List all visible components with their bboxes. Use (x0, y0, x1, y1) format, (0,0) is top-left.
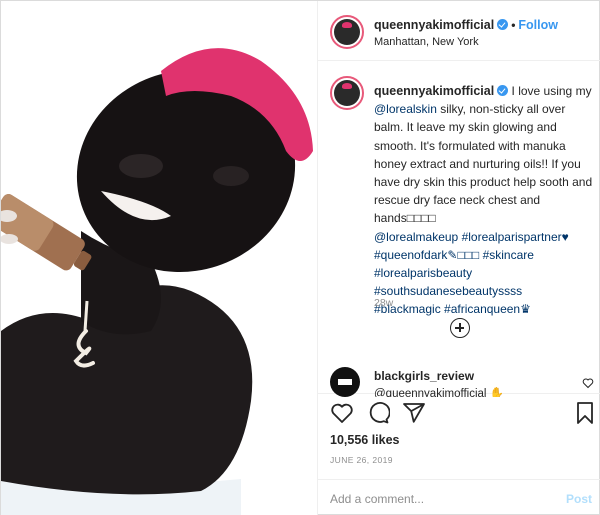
comments-section: queennyakimofficial I love using my @lor… (318, 62, 600, 397)
caption-timestamp: 28w (374, 297, 394, 309)
post-photo[interactable] (1, 1, 317, 515)
post-date: JUNE 26, 2019 (330, 455, 393, 465)
bookmark-icon[interactable] (574, 401, 596, 425)
post-header: queennyakimofficial • Follow Manhattan, Ne… (318, 1, 600, 61)
comment-like-heart-icon[interactable] (582, 377, 594, 389)
verified-badge-icon (497, 19, 509, 30)
add-comment-bar: Post (318, 479, 600, 515)
crown-emoji-icon: ♛ (520, 302, 531, 317)
hashtag-queenofdark[interactable]: #queenofdark (374, 248, 447, 262)
hashtag-southsudanesebeautyssss[interactable]: #southsudanesebeautyssss (374, 284, 522, 298)
commenter-avatar[interactable] (330, 367, 360, 397)
hashtag-lorealparispartner[interactable]: #lorealparispartner (462, 230, 562, 244)
comment-item: blackgirls_review @queennyakimofficial ✋ (330, 367, 594, 397)
post-side-panel: queennyakimofficial • Follow Manhattan, Ne… (317, 1, 600, 515)
comment-icon[interactable] (366, 401, 390, 425)
separator-dot: • (511, 18, 516, 32)
emoji-run-2: ✎□□□ (447, 247, 480, 262)
post-image (1, 1, 317, 515)
heart-emoji-icon: ♥ (561, 229, 569, 244)
mention-lorealskin[interactable]: @lorealskin (374, 102, 437, 116)
commenter-username[interactable]: blackgirls_review (374, 369, 474, 383)
plus-circle-icon[interactable] (450, 318, 470, 338)
verified-badge-icon (497, 85, 509, 96)
share-icon[interactable] (402, 401, 426, 425)
header-username-row: queennyakimofficial • Follow (374, 18, 558, 32)
add-comment-input[interactable] (330, 489, 550, 509)
mention-lorealmakeup[interactable]: @lorealmakeup (374, 230, 458, 244)
caption-text-1: I love using my (511, 84, 592, 98)
post-comment-button[interactable]: Post (566, 492, 592, 506)
caption-avatar[interactable] (330, 76, 364, 110)
action-bar (318, 395, 600, 435)
post-caption: queennyakimofficial I love using my @lor… (374, 82, 596, 319)
follow-button[interactable]: Follow (518, 18, 558, 32)
hashtag-skincare[interactable]: #skincare (483, 248, 534, 262)
author-avatar[interactable] (330, 15, 364, 49)
hashtag-lorealparisbeauty[interactable]: #lorealparisbeauty (374, 266, 472, 280)
author-username[interactable]: queennyakimofficial (374, 18, 494, 32)
post-location[interactable]: Manhattan, New York (374, 36, 479, 48)
instagram-post: queennyakimofficial • Follow Manhattan, Ne… (0, 0, 600, 515)
heart-icon[interactable] (330, 401, 354, 425)
caption-text-2: silky, non-sticky all over balm. It leav… (374, 102, 593, 226)
caption-username[interactable]: queennyakimofficial (374, 84, 494, 98)
likes-count[interactable]: 10,556 likes (330, 433, 400, 447)
hashtag-africanqueen[interactable]: #africanqueen (444, 302, 520, 316)
emoji-run-1: □□□□ (406, 211, 436, 226)
